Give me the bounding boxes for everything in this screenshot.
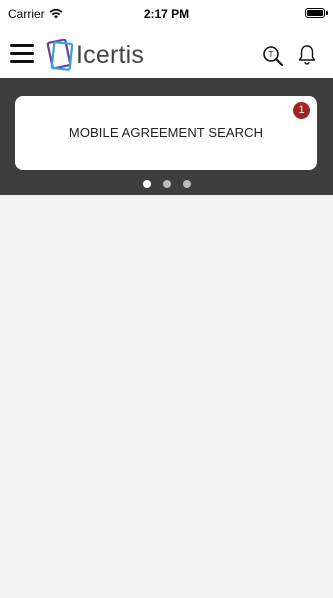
page-dot-3[interactable]	[182, 180, 191, 188]
page-dot-2[interactable]	[162, 180, 171, 188]
menu-line	[10, 60, 34, 63]
search-icon-letter: T	[269, 50, 274, 59]
icertis-logo: Icertis	[44, 38, 144, 72]
menu-line	[10, 44, 34, 47]
content-area	[0, 195, 333, 598]
notification-badge: 1	[293, 102, 310, 119]
status-bar: Carrier 2:17 PM	[0, 0, 333, 28]
menu-line	[10, 52, 34, 55]
carousel: MOBILE AGREEMENT SEARCH 1	[0, 78, 333, 195]
mobile-agreement-search-card[interactable]: MOBILE AGREEMENT SEARCH 1	[15, 96, 317, 170]
search-icon[interactable]: T	[261, 44, 285, 68]
carousel-page-indicator	[0, 180, 333, 188]
page-dot-1[interactable]	[142, 180, 151, 188]
battery-icon	[305, 8, 325, 18]
app-header: Icertis T	[0, 28, 333, 78]
logo-text: Icertis	[76, 40, 145, 69]
card-title: MOBILE AGREEMENT SEARCH	[68, 125, 264, 140]
hamburger-menu-icon[interactable]	[10, 44, 34, 64]
battery-level	[307, 10, 323, 16]
battery-cap	[326, 11, 328, 15]
status-time: 2:17 PM	[143, 7, 190, 21]
logo-mark-icon	[46, 39, 74, 71]
bell-icon[interactable]	[295, 43, 319, 67]
